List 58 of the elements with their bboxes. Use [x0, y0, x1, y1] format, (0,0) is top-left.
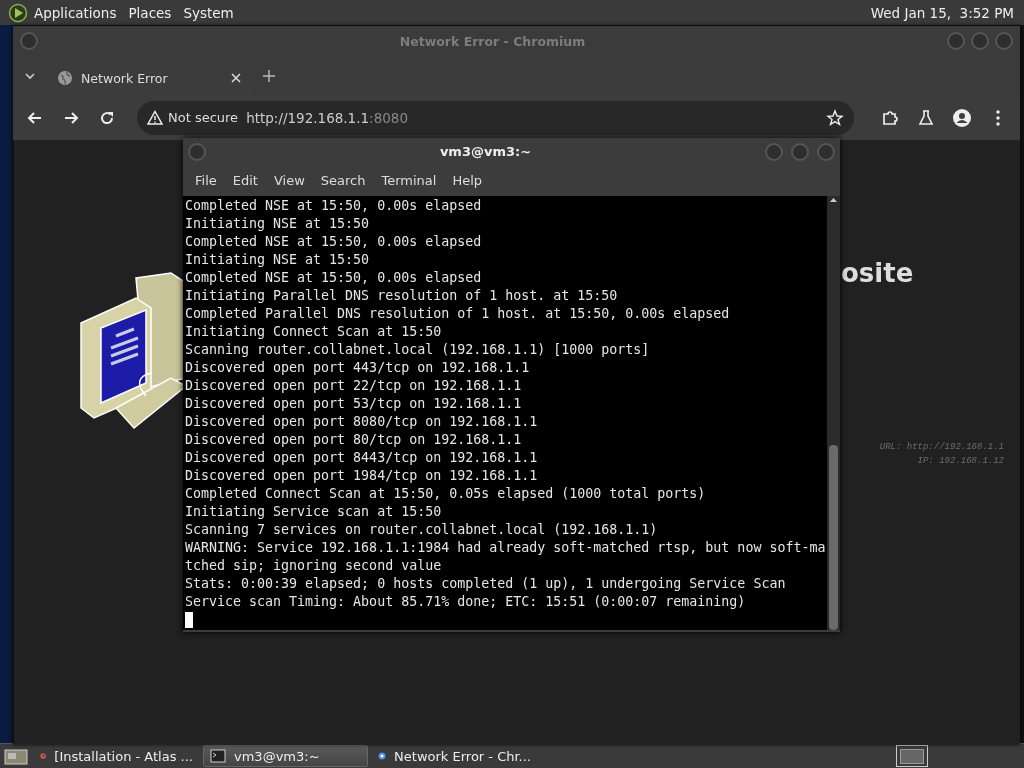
taskbar-item[interactable]: vm3@vm3:~ [203, 745, 368, 767]
terminal-line: Discovered open port 8443/tcp on 192.168.1.1 [185, 450, 538, 465]
account-icon[interactable] [952, 107, 972, 128]
terminal-line: Completed NSE at 15:50, 0.00s elapsed [185, 270, 482, 285]
window-title: Network Error - Chromium [398, 33, 587, 49]
star-icon[interactable] [826, 108, 844, 127]
terminal-line: Discovered open port 8080/tcp on 192.168.1.1 [185, 414, 538, 429]
logo-icon[interactable] [8, 2, 28, 23]
terminal-line: Initiating NSE at 15:50 [185, 216, 370, 231]
terminal-line: Scanning 7 services on router.collabnet.local (192.168.1.1) [185, 522, 658, 537]
flask-icon[interactable] [916, 107, 936, 128]
globe-icon [57, 70, 73, 86]
terminal-line: Stats: 0:00:39 elapsed; 0 hosts completed (1 up), 1 undergoing Service Scan [185, 576, 786, 591]
menu-item[interactable]: File [187, 173, 225, 188]
workspace-switcher[interactable] [896, 745, 928, 767]
url-text: URL: http://192.168.1.1 [879, 442, 1004, 452]
terminal-line: Completed NSE at 15:50, 0.00s elapsed [185, 234, 482, 249]
menu-item[interactable]: Edit [224, 173, 266, 188]
panel-menu[interactable]: System [177, 4, 240, 21]
terminal-line: Initiating Parallel DNS resolution of 1 host. at 15:50 [185, 288, 618, 303]
warning-icon [147, 110, 163, 125]
page-heading: osite [841, 258, 914, 288]
terminal-line: Service scan Timing: About 85.71% done; ETC: 15:51 (0:00:07 remaining) [185, 594, 746, 609]
cursor [185, 612, 193, 628]
security-chip[interactable]: Not secure [147, 110, 239, 125]
terminal-line: Discovered open port 443/tcp on 192.168.1.1 [185, 360, 530, 375]
window-title: vm3@vm3:~ [438, 144, 533, 159]
terminal-line: Discovered open port 1984/tcp on 192.168.1.1 [185, 468, 538, 483]
terminal-line: Initiating NSE at 15:50 [185, 252, 370, 267]
menu-item[interactable]: Search [312, 173, 374, 188]
terminal-line: Completed Connect Scan at 15:50, 0.05s elapsed (1000 total ports) [185, 486, 706, 501]
terminal-icon [210, 748, 226, 764]
taskbar-item[interactable]: Network Error - Chr... [372, 745, 537, 767]
new-tab-icon[interactable] [262, 68, 276, 83]
terminal-line: Scanning router.collabnet.local (192.168.1.1) [1000 ports] [185, 342, 650, 357]
close-icon[interactable] [230, 72, 242, 84]
panel-menu[interactable]: Applications [28, 4, 123, 21]
taskbar-item[interactable]: [Installation - Atlas ... [34, 745, 199, 767]
scroll-thumb[interactable] [829, 445, 838, 630]
terminal-line: Initiating Service scan at 15:50 [185, 504, 442, 519]
terminal-line: WARNING: Service 192.168.1.1:1984 had already soft-matched rtsp, but now soft-ma [185, 540, 826, 555]
terminal-line: Discovered open port 53/tcp on 192.168.1.1 [185, 396, 522, 411]
menu-item[interactable]: Help [444, 173, 491, 188]
scrollbar[interactable] [827, 196, 840, 630]
clock[interactable]: Wed Jan 15, 3:52 PM [870, 4, 1016, 21]
address-field[interactable]: http://192.168.1.1:8080 [246, 109, 818, 126]
terminal-line: Completed NSE at 15:50, 0.00s elapsed [185, 198, 482, 213]
terminal-line: Discovered open port 80/tcp on 192.168.1.1 [185, 432, 522, 447]
show-desktop-icon[interactable] [2, 746, 30, 766]
menu-item[interactable]: View [265, 173, 313, 188]
terminal-line: Initiating Connect Scan at 15:50 [185, 324, 442, 339]
scroll-up-icon[interactable] [829, 196, 838, 204]
menu-item[interactable]: Terminal [373, 173, 445, 188]
panel-menu[interactable]: Places [122, 4, 178, 21]
terminal-line: Completed Parallel DNS resolution of 1 host. at 15:50, 0.00s elapsed [185, 306, 730, 321]
terminal-line: Discovered open port 22/tcp on 192.168.1.1 [185, 378, 522, 393]
terminal-line: tched sip; ignoring second value [185, 558, 442, 573]
ip-text: IP: 192.168.1.12 [917, 456, 1004, 466]
